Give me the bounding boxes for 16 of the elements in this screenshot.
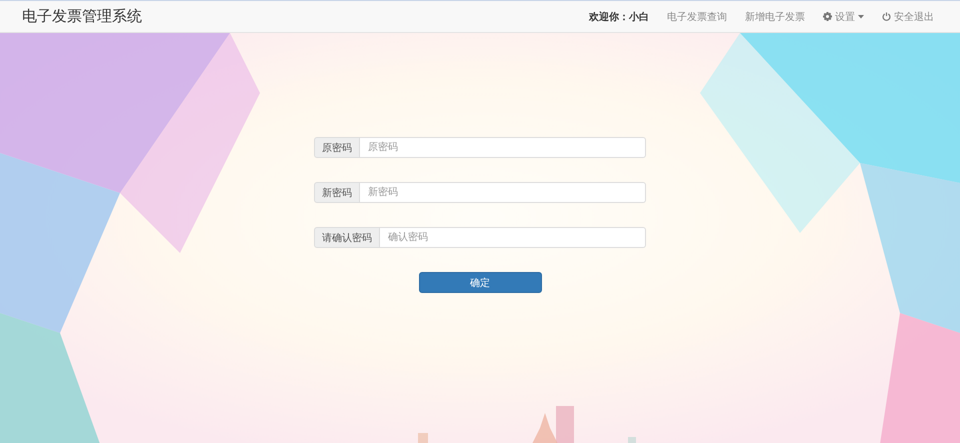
- nav-link[interactable]: 电子发票查询: [667, 10, 727, 24]
- welcome-text: 欢迎你：小白: [589, 10, 649, 24]
- field-label: 请确认密码: [314, 227, 380, 248]
- nav-link[interactable]: 新增电子发票: [745, 10, 805, 24]
- settings-icon: [823, 12, 832, 21]
- settings-menu[interactable]: 设置: [823, 10, 864, 24]
- logout-link[interactable]: 安全退出: [882, 10, 934, 24]
- field-label: 新密码: [314, 182, 360, 203]
- app-title[interactable]: 电子发票管理系统: [22, 7, 142, 26]
- password-field[interactable]: 新密码: [360, 182, 646, 203]
- caret-icon: [858, 14, 864, 18]
- power-icon: [882, 12, 891, 21]
- password-field[interactable]: 原密码: [360, 137, 646, 158]
- field-label: 原密码: [314, 137, 360, 158]
- password-field[interactable]: 确认密码: [380, 227, 646, 248]
- confirm-button[interactable]: 确定: [418, 272, 542, 293]
